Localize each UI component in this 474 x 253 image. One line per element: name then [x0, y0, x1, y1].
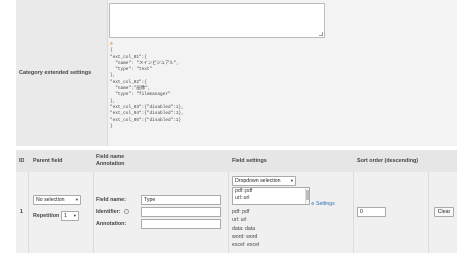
json-line: "ext_col_03":{"disabled":1},	[110, 104, 184, 110]
json-line: },	[110, 73, 116, 79]
help-icon[interactable]: ?	[124, 209, 129, 214]
json-line: "ext_col_02":{	[110, 79, 147, 85]
parent-field-select-value: No selection	[36, 197, 65, 203]
json-lead: 0	[110, 42, 113, 47]
sort-order-input[interactable]: 0	[357, 207, 386, 217]
field-name-label: Field name:	[96, 197, 126, 203]
header-sort-order: Sort order (descending)	[357, 158, 419, 164]
parent-field-select[interactable]: No selection ▾	[33, 195, 81, 205]
annotation-label: Annotation:	[96, 221, 127, 227]
row-id: 1	[20, 209, 23, 215]
sort-order-value: 0	[360, 209, 363, 215]
repetition-select-value: 1	[64, 213, 67, 219]
header-field-settings: Field settings	[232, 158, 267, 164]
json-line: }	[110, 123, 113, 129]
header-field-name: Field name	[96, 154, 125, 160]
header-annotation: Annotation	[96, 161, 125, 167]
table-row: 1 No selection ▾ Repetition 1 ▾ Field na…	[16, 172, 457, 253]
json-line: "ext_col_01":{	[110, 54, 147, 60]
json-line: "ext_col_05":{"disabled":1}	[110, 117, 182, 123]
json-line: "type": "filemanager"	[110, 92, 171, 98]
resize-grip-icon[interactable]	[319, 32, 323, 36]
json-line: "ext_col_04":{"disabled":1},	[110, 111, 184, 117]
field-type-select-value: Dropdown selection	[235, 178, 281, 184]
settings-textarea[interactable]	[109, 3, 325, 38]
scroll-thumb[interactable]	[306, 190, 309, 200]
json-line: {	[110, 48, 113, 54]
options-listbox[interactable]: pdf::pdf url::url	[232, 187, 310, 205]
repetition-select[interactable]: 1 ▾	[61, 211, 79, 221]
option-item: excel: excel	[232, 242, 260, 249]
identifier-label: Identifier:	[96, 209, 121, 215]
annotation-input[interactable]	[141, 219, 221, 229]
field-name-input-value: Type	[144, 197, 156, 203]
identifier-input[interactable]	[141, 207, 221, 217]
settings-icon: ⚙	[311, 201, 315, 206]
label-cell: Category extended settings	[16, 0, 108, 146]
listbox-line: url::url	[235, 195, 250, 201]
fields-table-header: ID Parent field Field name Annotation Fi…	[16, 150, 457, 172]
settings-link-label: Settings	[316, 201, 335, 207]
chevron-down-icon: ▾	[73, 213, 76, 218]
option-item: word: word	[232, 233, 258, 240]
column-divider	[228, 172, 229, 253]
field-type-select[interactable]: Dropdown selection ▾	[232, 176, 296, 186]
column-divider	[93, 172, 94, 253]
column-divider	[353, 172, 354, 253]
json-line: "type": "text"	[110, 67, 153, 73]
option-item: url: url	[232, 217, 247, 224]
json-line: },	[110, 98, 116, 104]
listbox-line: pdf::pdf	[235, 188, 253, 194]
value-cell: 0 { "ext_col_01":{ "name": "メインビジュアル", "…	[109, 0, 457, 146]
header-parent-field: Parent field	[33, 158, 63, 164]
json-line: "name":"画像",	[110, 86, 151, 92]
chevron-down-icon: ▾	[75, 197, 78, 202]
category-extended-settings-row: Category extended settings 0 { "ext_col_…	[16, 0, 457, 146]
category-settings-label: Category extended settings	[19, 70, 92, 76]
options-preview: pdf: pdf url: url data: data word: word …	[232, 208, 259, 249]
json-line: "name": "メインビジュアル",	[110, 60, 179, 66]
column-divider	[428, 172, 429, 253]
column-divider	[28, 172, 29, 253]
listbox-scrollbar[interactable]	[305, 188, 309, 204]
repetition-label: Repetition	[33, 213, 60, 219]
settings-link[interactable]: ⚙ Settings	[311, 201, 335, 207]
option-item: data: data	[232, 225, 256, 232]
chevron-down-icon: ▾	[290, 178, 293, 183]
field-name-input[interactable]: Type	[141, 195, 221, 205]
clear-button[interactable]: Clear	[434, 207, 454, 217]
header-id: ID	[19, 158, 25, 164]
json-example: 0 { "ext_col_01":{ "name": "メインビジュアル", "…	[110, 42, 184, 130]
option-item: pdf: pdf	[232, 209, 250, 215]
